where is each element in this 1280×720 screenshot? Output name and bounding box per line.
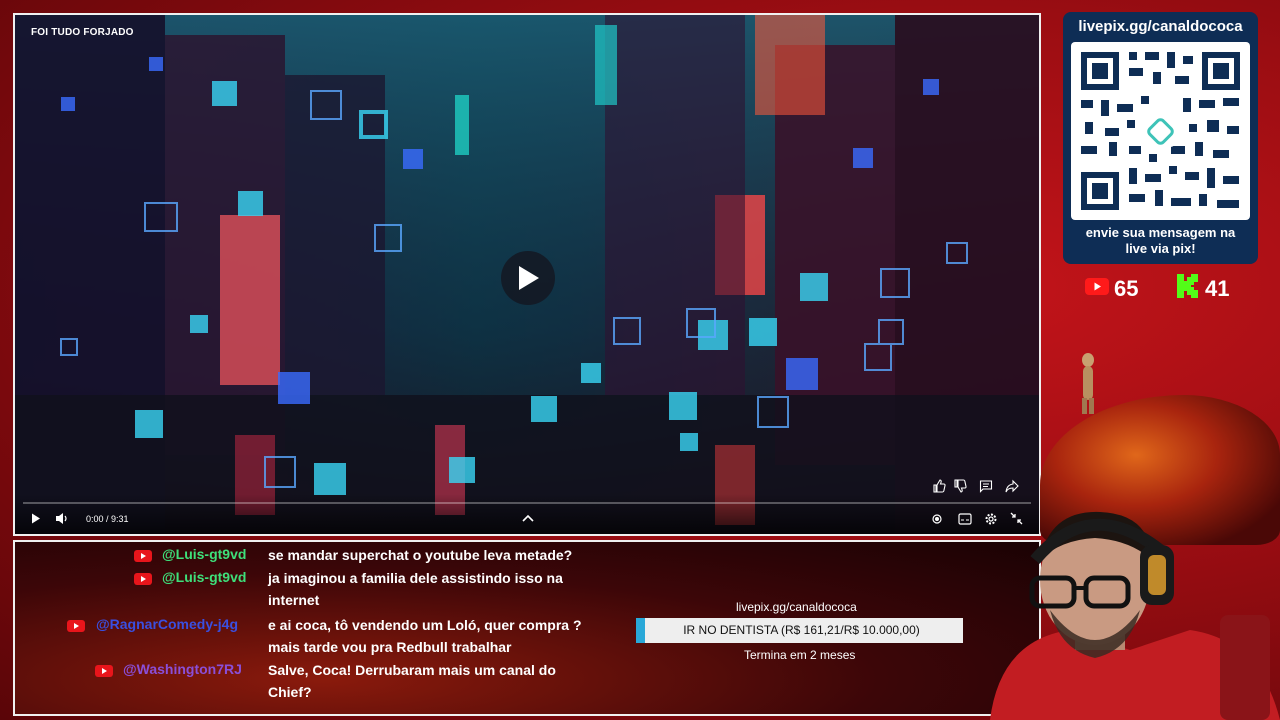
goal-url: livepix.gg/canaldococa [736,600,857,614]
meerkat-figure [1082,353,1094,414]
youtube-logo-icon [1085,278,1109,295]
pix-caption: envie sua mensagem na live via pix! [1063,225,1258,257]
chat-text: internet [268,592,320,608]
pix-caption-line1: envie sua mensagem na [1085,225,1236,240]
video-player[interactable]: FOI TUDO FORJADO 0:00 / 9:31 [13,13,1041,536]
volume-icon[interactable] [55,512,69,525]
youtube-viewer-count: 65 [1114,276,1139,301]
pix-caption-line2: live via pix! [1125,241,1196,256]
play-icon [519,266,539,290]
chat-text: se mandar superchat o youtube leva metad… [268,547,573,563]
like-icon[interactable] [932,479,946,493]
comment-icon[interactable] [979,479,993,493]
pix-url: livepix.gg/canaldococa [1078,18,1243,35]
goal-deadline: Termina em 2 meses [744,648,856,662]
chat-text: e ai coca, tô vendendo um Loló, quer com… [268,617,582,633]
youtube-badge-icon [134,550,152,562]
time-display: 0:00 / 9:31 [86,514,129,524]
kick-logo-icon [1177,274,1198,298]
play-button[interactable] [501,251,555,305]
captions-icon[interactable] [958,513,972,525]
autoplay-icon[interactable] [931,513,943,525]
player-controls: 0:00 / 9:31 [15,494,1039,534]
play-small-icon[interactable] [31,513,41,524]
chevron-up-icon[interactable] [522,513,534,523]
qr-code [1071,42,1250,220]
share-icon[interactable] [1005,479,1019,493]
chat-username: @RagnarComedy-j4g [96,616,239,632]
webcam-streamer [990,511,1280,720]
pix-qr-card: livepix.gg/canaldococa envie sua mensage… [1063,12,1258,264]
chat-username: @Luis-gt9vd [162,569,247,585]
chat-text: ja imaginou a familia dele assistindo is… [268,570,563,586]
youtube-badge-icon [134,573,152,585]
progress-bar[interactable] [23,502,1031,504]
dislike-icon[interactable] [953,479,967,493]
chat-text: Salve, Coca! Derrubaram mais um canal do [268,662,556,678]
video-title: FOI TUDO FORJADO [31,27,134,38]
goal-progress-fill [640,618,646,643]
chat-username: @Luis-gt9vd [162,546,247,562]
goal-label: IR NO DENTISTA (R$ 161,21/R$ 10.000,00) [683,623,920,637]
chat-text: mais tarde vou pra Redbull trabalhar [268,639,512,655]
chat-username: @Washington7RJ [123,661,242,677]
youtube-badge-icon [95,665,113,677]
goal-progress-bar: IR NO DENTISTA (R$ 161,21/R$ 10.000,00) [636,618,963,643]
kick-viewer-count: 41 [1205,276,1230,301]
youtube-badge-icon [67,620,85,632]
chat-text: Chief? [268,684,312,700]
